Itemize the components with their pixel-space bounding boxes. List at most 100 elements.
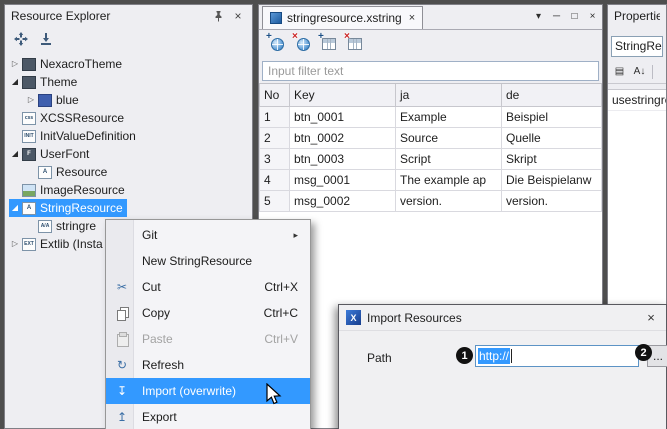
tree-item-blue[interactable]: ▷ blue: [5, 91, 252, 109]
filter-input[interactable]: [262, 61, 599, 81]
menu-item-export[interactable]: ↥ Export: [106, 404, 310, 429]
cell-no[interactable]: 1: [260, 106, 290, 127]
path-label: Path: [367, 351, 392, 365]
globe-icon: [271, 38, 284, 51]
menu-item-new-stringresource[interactable]: New StringResource: [106, 248, 310, 274]
cell-de[interactable]: Skript: [502, 148, 602, 169]
delete-row-icon[interactable]: ×: [347, 36, 363, 52]
xcss-icon: css: [22, 112, 36, 125]
menu-item-paste[interactable]: Paste Ctrl+V: [106, 326, 310, 352]
cell-no[interactable]: 3: [260, 148, 290, 169]
expander-icon[interactable]: ◢: [9, 78, 21, 86]
cell-de[interactable]: version.: [502, 190, 602, 211]
path-input[interactable]: http://: [475, 345, 639, 367]
pin-icon[interactable]: [210, 8, 226, 24]
property-row[interactable]: usestringre: [608, 90, 666, 111]
expander-icon[interactable]: ◢: [9, 150, 21, 158]
grid-row[interactable]: 3 btn_0003 Script Skript: [260, 148, 602, 169]
cell-no[interactable]: 2: [260, 127, 290, 148]
grid-row[interactable]: 5 msg_0002 version. version.: [260, 190, 602, 211]
minimize-icon[interactable]: ─: [549, 9, 564, 24]
tree-item-imageresource[interactable]: ImageResource: [5, 181, 252, 199]
column-header-key[interactable]: Key: [290, 84, 396, 106]
cell-ja[interactable]: version.: [396, 190, 502, 211]
column-header-de[interactable]: de: [502, 84, 602, 106]
toolbar-separator: [652, 65, 653, 79]
maximize-icon[interactable]: □: [567, 9, 582, 24]
delete-language-icon[interactable]: ×: [295, 36, 311, 52]
mouse-cursor: [265, 383, 282, 406]
cell-de[interactable]: Beispiel: [502, 106, 602, 127]
tree-label: XCSSResource: [40, 111, 124, 125]
cell-key[interactable]: msg_0002: [290, 190, 396, 211]
cell-no[interactable]: 4: [260, 169, 290, 190]
cell-key[interactable]: btn_0001: [290, 106, 396, 127]
properties-titlebar: Properties: [608, 5, 666, 27]
tree-label: StringResource: [40, 201, 123, 215]
column-header-no[interactable]: No: [260, 84, 290, 106]
cell-key[interactable]: btn_0002: [290, 127, 396, 148]
resource-explorer-titlebar: Resource Explorer ×: [5, 5, 252, 27]
expander-icon[interactable]: ▷: [9, 60, 21, 68]
cell-ja[interactable]: The example ap: [396, 169, 502, 190]
sort-az-icon[interactable]: A↓: [632, 64, 647, 79]
nexacrotheme-icon: [22, 58, 36, 71]
cut-icon: ✂: [112, 280, 132, 294]
tree-label: Theme: [40, 75, 77, 89]
menu-item-git[interactable]: Git ▸: [106, 222, 310, 248]
cell-key[interactable]: msg_0001: [290, 169, 396, 190]
cell-ja[interactable]: Example: [396, 106, 502, 127]
import-resource-icon[interactable]: [36, 29, 56, 49]
dialog-body: Path 1 http:// 2 ...: [339, 331, 666, 429]
categorized-icon[interactable]: ▤: [612, 64, 627, 79]
cell-de[interactable]: Quelle: [502, 127, 602, 148]
tree-item-xcssresource[interactable]: css XCSSResource: [5, 109, 252, 127]
tree-item-nexacrotheme[interactable]: ▷ NexacroTheme: [5, 55, 252, 73]
tree-item-font-resource[interactable]: A Resource: [5, 163, 252, 181]
expander-icon[interactable]: ▷: [25, 96, 37, 104]
add-row-icon[interactable]: +: [321, 36, 337, 52]
grid-row[interactable]: 4 msg_0001 The example ap Die Beispielan…: [260, 169, 602, 190]
close-icon[interactable]: ×: [585, 9, 600, 24]
tree-item-userfont[interactable]: ◢ F UserFont: [5, 145, 252, 163]
resource-explorer-toolbar: [5, 27, 252, 51]
tree-item-initvaluedefinition[interactable]: INIT InitValueDefinition: [5, 127, 252, 145]
column-header-ja[interactable]: ja: [396, 84, 502, 106]
cell-ja[interactable]: Source: [396, 127, 502, 148]
dialog-title: Import Resources: [367, 311, 637, 325]
selected-tree-item: ◢ A StringResource: [9, 199, 127, 217]
imageresource-icon: [22, 184, 36, 197]
grid-row[interactable]: 1 btn_0001 Example Beispiel: [260, 106, 602, 127]
tree-item-stringresource[interactable]: ◢ A StringResource: [5, 199, 252, 217]
tab-list-icon[interactable]: ▾: [531, 9, 546, 24]
tree-item-theme[interactable]: ◢ Theme: [5, 73, 252, 91]
editor-toolbar: + × + ×: [259, 30, 602, 58]
sync-with-editor-icon[interactable]: [11, 29, 31, 49]
callout-2-badge: 2: [635, 344, 652, 361]
expander-icon[interactable]: ◢: [9, 204, 21, 212]
globe-icon: [297, 38, 310, 51]
close-icon[interactable]: ×: [643, 310, 659, 326]
cell-key[interactable]: btn_0003: [290, 148, 396, 169]
cell-no[interactable]: 5: [260, 190, 290, 211]
menu-item-cut[interactable]: ✂ Cut Ctrl+X: [106, 274, 310, 300]
shortcut-label: Ctrl+C: [264, 306, 298, 320]
grid-row[interactable]: 2 btn_0002 Source Quelle: [260, 127, 602, 148]
tab-close-icon[interactable]: ×: [409, 12, 415, 24]
menu-item-copy[interactable]: Copy Ctrl+C: [106, 300, 310, 326]
menu-item-refresh[interactable]: ↻ Refresh: [106, 352, 310, 378]
tab-stringresource-xstring[interactable]: stringresource.xstring ×: [262, 6, 423, 29]
expander-icon[interactable]: ▷: [9, 240, 21, 248]
cell-ja[interactable]: Script: [396, 148, 502, 169]
copy-icon: [112, 307, 132, 319]
stringresource-icon: A: [22, 202, 36, 215]
tree-label: UserFont: [40, 147, 89, 161]
object-selector-combo[interactable]: StringRes: [611, 36, 663, 57]
add-language-icon[interactable]: +: [269, 36, 285, 52]
tree-label: blue: [56, 93, 79, 107]
import-resources-dialog: X Import Resources × Path 1 http:// 2 ..…: [338, 304, 667, 429]
close-icon[interactable]: ×: [230, 8, 246, 24]
nexacro-app-icon: X: [346, 310, 361, 325]
cell-de[interactable]: Die Beispielanw: [502, 169, 602, 190]
paste-icon: [112, 333, 132, 345]
